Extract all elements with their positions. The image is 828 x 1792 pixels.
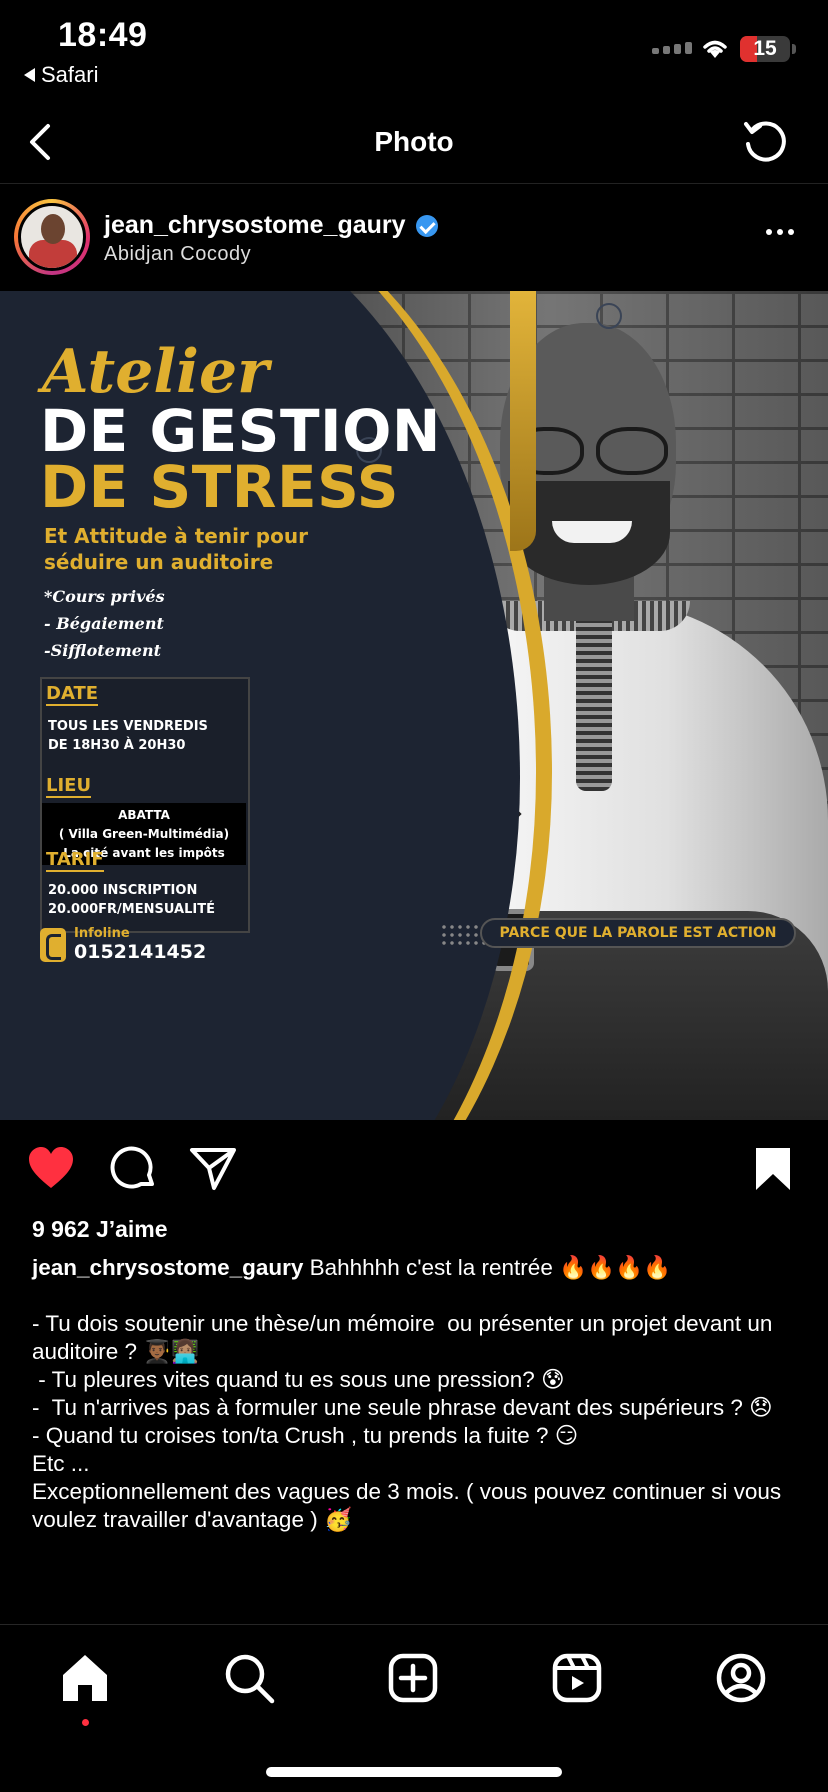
search-icon[interactable] xyxy=(222,1651,276,1705)
gold-strip xyxy=(510,291,536,551)
post-image[interactable]: Atelier DE GESTION DE STRESS Et Attitude… xyxy=(0,291,828,1120)
refresh-icon[interactable] xyxy=(740,116,790,166)
caption-username[interactable]: jean_chrysostome_gaury xyxy=(32,1255,303,1280)
caption-text: Bahhhhh c'est la rentrée 🔥🔥🔥🔥 - Tu dois … xyxy=(32,1255,782,1532)
phone-icon xyxy=(40,928,66,962)
nav-bar: Photo xyxy=(0,100,828,184)
create-icon[interactable] xyxy=(386,1651,440,1705)
back-to-safari[interactable]: Safari xyxy=(24,62,98,88)
more-options-icon[interactable] xyxy=(766,229,794,235)
back-app-label: Safari xyxy=(41,62,99,87)
cellular-signal-icon xyxy=(652,42,692,54)
home-indicator[interactable] xyxy=(266,1767,562,1777)
wifi-icon xyxy=(703,40,727,58)
status-bar: 18:49 Safari 15 xyxy=(0,0,828,100)
post-actions xyxy=(0,1120,828,1218)
bullet-item: *Cours privés xyxy=(44,587,165,606)
profile-icon[interactable] xyxy=(714,1651,768,1705)
date-value-2: DE 18H30 À 20H30 xyxy=(48,738,186,753)
battery-nub xyxy=(792,44,796,54)
poster-tagline: PARCE QUE LA PAROLE EST ACTION xyxy=(480,918,796,948)
home-icon[interactable] xyxy=(58,1651,112,1705)
tarif-value-2: 20.000FR/MENSUALITÉ xyxy=(48,902,215,917)
event-info-box: DATE TOUS LES VENDREDIS DE 18H30 À 20H30… xyxy=(40,677,250,933)
poster-subtitle: Et Attitude à tenir pour séduire un audi… xyxy=(44,524,308,574)
avatar[interactable] xyxy=(18,203,86,271)
post-location[interactable]: Abidjan Cocody xyxy=(104,243,251,266)
poster-bullets: *Cours privés - Bégaiement -Sifflotement xyxy=(44,583,165,664)
infoline: Infoline 0152141452 xyxy=(40,927,206,963)
lieu-label: LIEU xyxy=(46,775,92,798)
bullet-item: -Sifflotement xyxy=(44,641,161,660)
bullet-item: - Bégaiement xyxy=(44,614,164,633)
reels-icon[interactable] xyxy=(550,1651,604,1705)
heart-icon[interactable] xyxy=(26,1144,76,1194)
post-header: jean_chrysostome_gaury Abidjan Cocody xyxy=(0,185,828,291)
back-triangle-icon xyxy=(24,68,35,82)
date-value-1: TOUS LES VENDREDIS xyxy=(48,719,208,734)
poster-title-line2: DE STRESS xyxy=(40,453,400,521)
page-title: Photo xyxy=(374,126,454,157)
lieu-line: ABATTA xyxy=(118,808,170,822)
post-caption: jean_chrysostome_gaury Bahhhhh c'est la … xyxy=(32,1254,802,1534)
battery-icon: 15 xyxy=(740,36,790,62)
battery-level: 15 xyxy=(753,37,777,60)
bookmark-icon[interactable] xyxy=(748,1144,798,1194)
date-label: DATE xyxy=(46,683,99,706)
story-ring[interactable] xyxy=(14,199,90,275)
deco-circle xyxy=(596,303,622,329)
username-text[interactable]: jean_chrysostome_gaury xyxy=(104,211,406,240)
like-count[interactable]: 9 962 J’aime xyxy=(32,1216,168,1243)
share-icon[interactable] xyxy=(188,1144,238,1194)
infoline-label: Infoline xyxy=(74,926,130,941)
tab-bar xyxy=(0,1624,828,1792)
status-time: 18:49 xyxy=(58,16,148,54)
active-tab-dot xyxy=(82,1719,89,1726)
infoline-number: 0152141452 xyxy=(74,941,207,963)
post-username[interactable]: jean_chrysostome_gaury xyxy=(104,211,438,240)
tarif-label: TARIF xyxy=(46,849,104,872)
comment-icon[interactable] xyxy=(108,1144,158,1194)
verified-badge-icon xyxy=(415,214,438,237)
tarif-value-1: 20.000 INSCRIPTION xyxy=(48,883,198,898)
lieu-line: ( Villa Green-Multimédia) xyxy=(58,827,230,841)
